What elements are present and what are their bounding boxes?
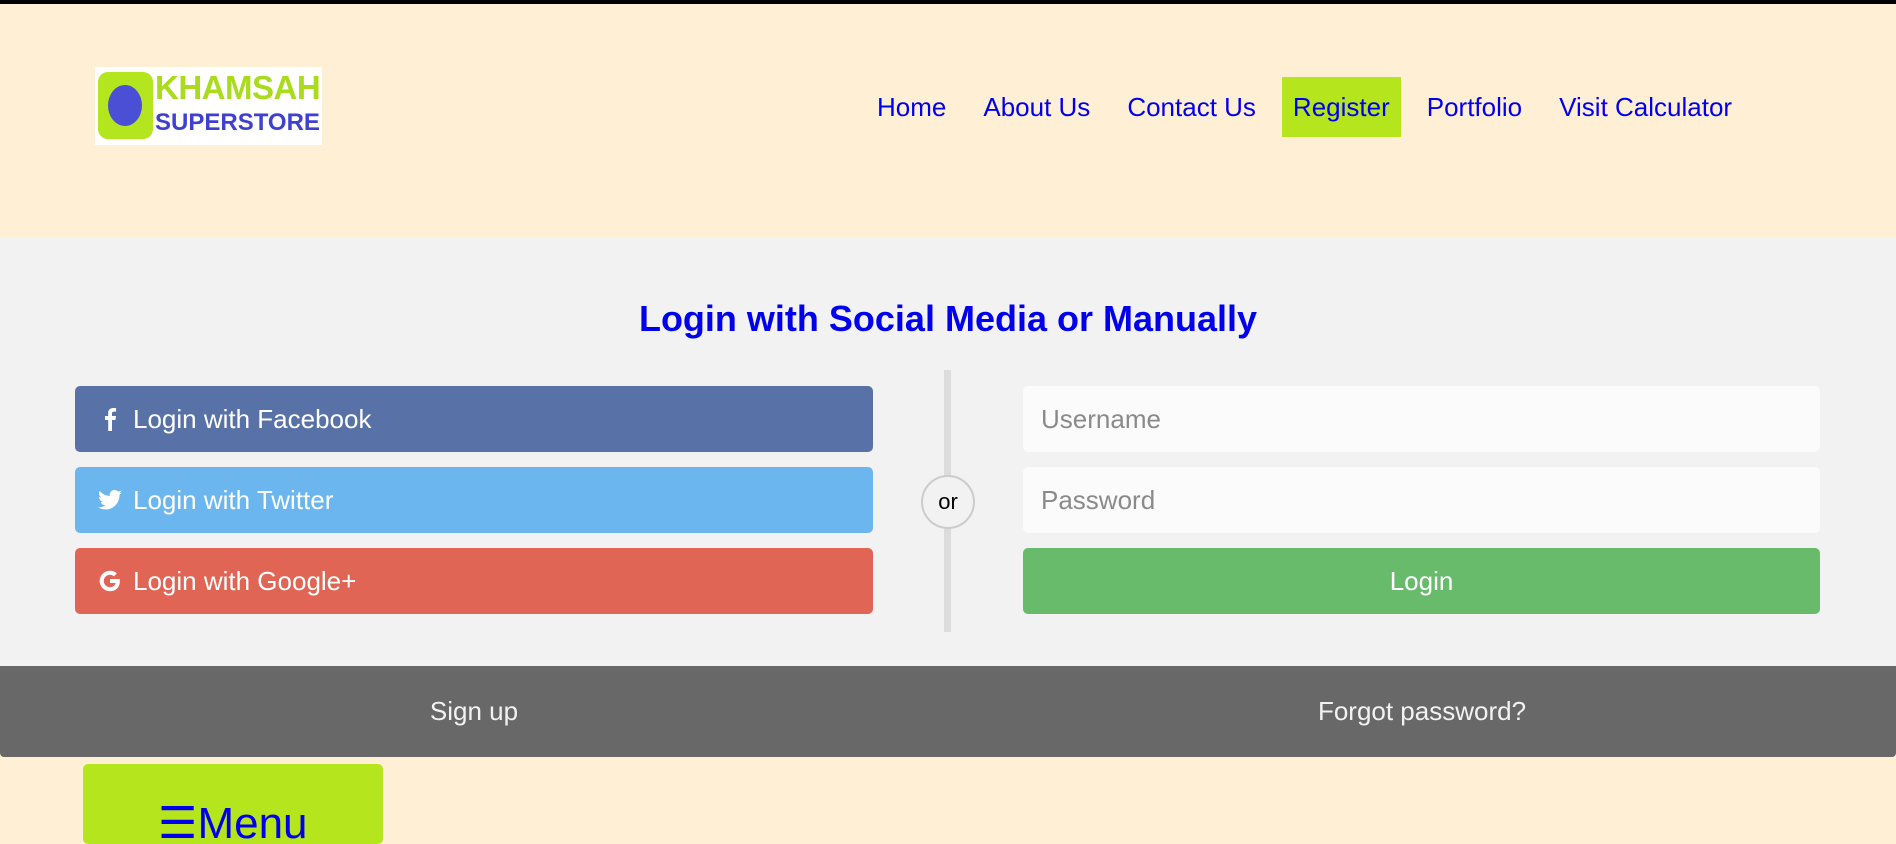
login-button[interactable]: Login <box>1023 548 1820 614</box>
twitter-login-label: Login with Twitter <box>133 485 334 515</box>
signup-link[interactable]: Sign up <box>75 666 873 757</box>
google-login-label: Login with Google+ <box>133 566 357 596</box>
facebook-login-label: Login with Facebook <box>133 404 372 434</box>
nav-visit-calculator[interactable]: Visit Calculator <box>1548 77 1743 137</box>
site-header: KHAMSAH SUPERSTORE Home About Us Contact… <box>0 4 1896 238</box>
bottom-bar: Sign up Forgot password? <box>0 666 1896 757</box>
login-section: Login with Social Media or Manually Logi… <box>0 238 1896 666</box>
google-icon <box>97 548 123 614</box>
nav-about-us[interactable]: About Us <box>972 77 1101 137</box>
facebook-icon <box>97 386 123 452</box>
google-login-button[interactable]: Login with Google+ <box>75 548 873 614</box>
login-title: Login with Social Media or Manually <box>638 298 1258 339</box>
twitter-login-button[interactable]: Login with Twitter <box>75 467 873 533</box>
password-input[interactable] <box>1023 467 1820 533</box>
nav-portfolio[interactable]: Portfolio <box>1416 77 1533 137</box>
nav-contact-us[interactable]: Contact Us <box>1116 77 1267 137</box>
nav-register[interactable]: Register <box>1281 77 1401 137</box>
logo[interactable]: KHAMSAH SUPERSTORE <box>95 67 322 145</box>
menu-button[interactable]: ☰Menu <box>83 764 383 844</box>
logo-bottom-text: SUPERSTORE <box>155 109 320 136</box>
logo-top-text: KHAMSAH <box>155 69 321 106</box>
forgot-password-link[interactable]: Forgot password? <box>1023 666 1821 757</box>
logo-mark-icon <box>98 72 153 139</box>
nav-home[interactable]: Home <box>866 77 957 137</box>
twitter-icon <box>97 467 123 533</box>
or-separator: or <box>921 475 975 529</box>
username-input[interactable] <box>1023 386 1820 452</box>
facebook-login-button[interactable]: Login with Facebook <box>75 386 873 452</box>
main-nav: Home About Us Contact Us Register Portfo… <box>866 77 1758 137</box>
